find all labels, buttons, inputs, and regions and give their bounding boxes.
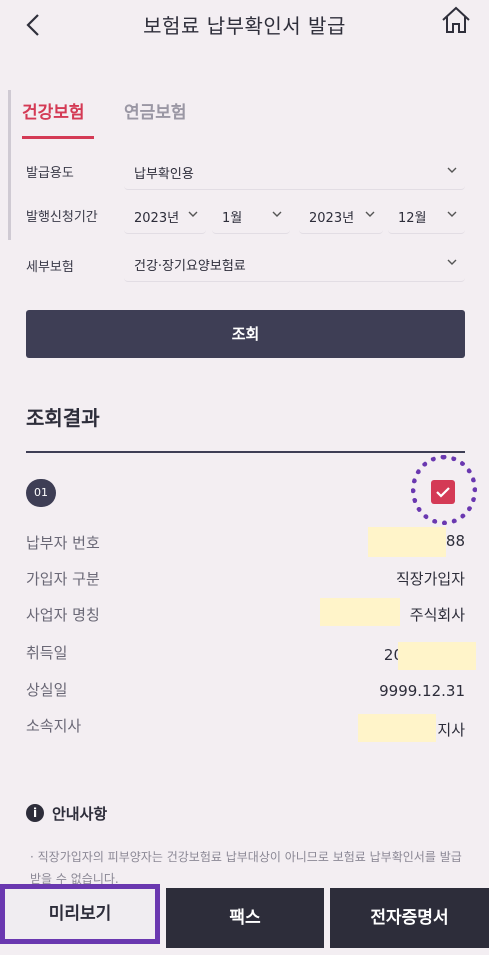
end-year-select[interactable]: 2023년 xyxy=(299,196,383,234)
branch-value: 지사 xyxy=(437,721,465,739)
chevron-down-icon xyxy=(188,211,198,217)
start-month-select[interactable]: 1월 xyxy=(212,196,290,234)
end-year-value: 2023년 xyxy=(309,211,355,226)
info-icon: i xyxy=(26,804,44,822)
payer-number-label: 납부자 번호 xyxy=(26,534,100,552)
result-title: 조회결과 xyxy=(26,406,100,430)
item-number-badge: 01 xyxy=(26,479,56,507)
detail-insurance-select[interactable]: 건강·장기요양보험료 xyxy=(124,244,465,282)
purpose-select[interactable]: 납부확인용 xyxy=(124,152,465,190)
loss-date-label: 상실일 xyxy=(26,681,68,699)
redaction-mask xyxy=(358,714,436,742)
end-month-select[interactable]: 12월 xyxy=(388,196,465,234)
chevron-down-icon xyxy=(447,167,457,173)
active-tab-indicator xyxy=(22,136,94,139)
insurance-tabs: 건강보험 연금보험 xyxy=(0,92,489,142)
start-year-value: 2023년 xyxy=(134,211,180,226)
start-month-value: 1월 xyxy=(222,211,243,226)
chevron-down-icon xyxy=(272,211,282,217)
notice-title: 안내사항 xyxy=(52,805,108,823)
chevron-down-icon xyxy=(447,259,457,265)
period-label: 발행신청기간 xyxy=(26,210,98,225)
app-header: 보험료 납부확인서 발급 xyxy=(0,0,489,50)
query-button[interactable]: 조회 xyxy=(26,310,465,358)
detail-insurance-value: 건강·장기요양보험료 xyxy=(134,259,246,274)
member-type-value: 직장가입자 xyxy=(395,570,465,588)
home-icon[interactable] xyxy=(440,5,472,35)
acquisition-date-label: 취득일 xyxy=(26,644,68,662)
purpose-label: 발급용도 xyxy=(26,166,74,181)
member-type-label: 가입자 구분 xyxy=(26,570,100,588)
end-month-value: 12월 xyxy=(398,211,427,226)
purpose-value: 납부확인용 xyxy=(134,167,194,182)
redaction-mask xyxy=(368,527,446,557)
business-name-label: 사업자 명칭 xyxy=(26,606,100,624)
tab-health-insurance[interactable]: 건강보험 xyxy=(22,98,85,123)
tab-pension-insurance[interactable]: 연금보험 xyxy=(124,98,187,123)
chevron-down-icon xyxy=(447,211,457,217)
select-checkbox[interactable] xyxy=(431,480,455,504)
result-divider xyxy=(26,451,465,453)
start-year-select[interactable]: 2023년 xyxy=(124,196,206,234)
detail-insurance-label: 세부보험 xyxy=(26,260,74,275)
redaction-mask xyxy=(398,642,476,670)
chevron-down-icon xyxy=(365,211,375,217)
e-certificate-button[interactable]: 전자증명서 xyxy=(330,888,489,948)
fax-button[interactable]: 팩스 xyxy=(166,888,324,948)
branch-label: 소속지사 xyxy=(26,717,82,735)
page-title: 보험료 납부확인서 발급 xyxy=(143,14,346,38)
checkmark-icon xyxy=(436,487,450,498)
business-name-value: 주식회사 xyxy=(409,606,465,624)
preview-button[interactable]: 미리보기 xyxy=(0,884,160,944)
redaction-mask xyxy=(320,598,400,626)
loss-date-value: 9999.12.31 xyxy=(379,682,465,700)
